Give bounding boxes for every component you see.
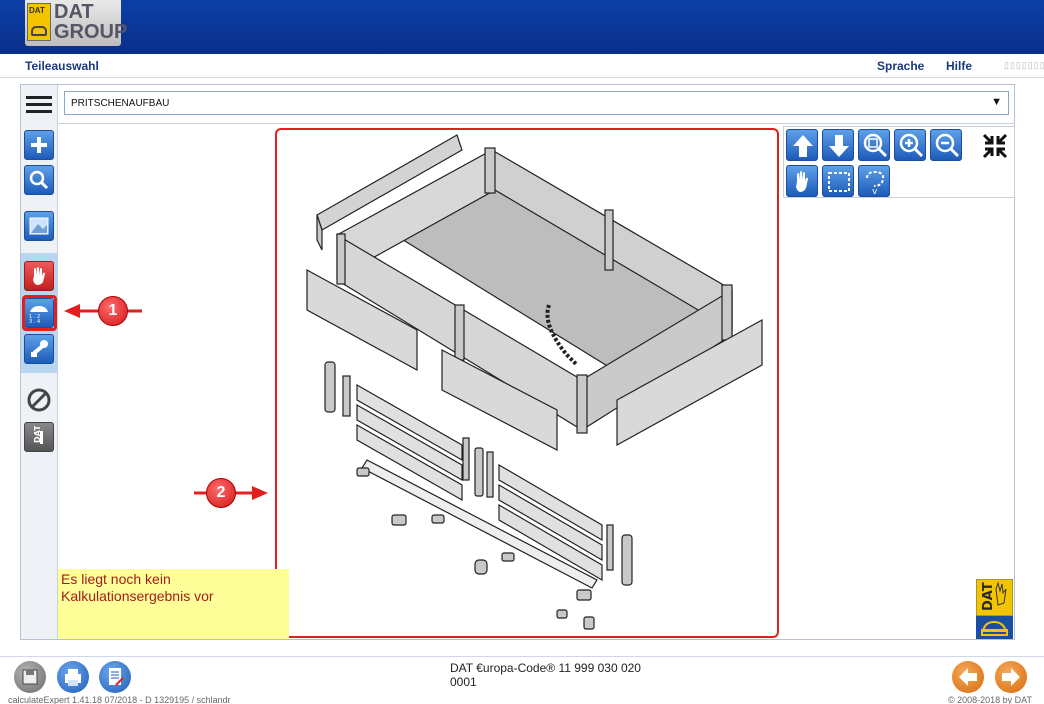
assembly-dropdown[interactable]: PRITSCHENAUFBAU ▼ — [64, 91, 1009, 115]
logo-text: DAT GROUP — [54, 2, 127, 42]
callout-1: 1 — [98, 296, 128, 326]
svg-text:DAT: DAT — [981, 582, 996, 611]
arrow-down-icon[interactable] — [822, 129, 854, 161]
selected-tool-highlight — [22, 295, 57, 331]
europa-code: DAT €uropa-Code® 11 999 030 020 0001 — [450, 661, 641, 689]
save-icon[interactable] — [14, 661, 46, 693]
back-icon[interactable] — [952, 661, 984, 693]
svg-text:v: v — [872, 187, 878, 197]
logo-badge-text: DAT — [29, 6, 45, 15]
logo-text-bottom: GROUP — [54, 21, 128, 43]
pan-hand-icon[interactable] — [786, 165, 818, 197]
image-icon[interactable] — [24, 211, 54, 241]
report-icon[interactable] — [99, 661, 131, 693]
dat-group-logo[interactable]: DAT DAT GROUP — [25, 0, 127, 46]
europa-code-line-2: 0001 — [450, 675, 477, 689]
forward-icon[interactable] — [995, 661, 1027, 693]
wrench-icon[interactable] — [24, 334, 54, 364]
menu-icon[interactable] — [26, 95, 52, 115]
help-menu[interactable]: Hilfe — [946, 59, 972, 73]
version-status: calculateExpert 1.41.18 07/2018 - D 1329… — [8, 695, 231, 704]
menu-dots: ▯▯▯▯▯▯▯▯ — [1004, 60, 1044, 70]
zoom-fit-icon[interactable] — [858, 129, 890, 161]
note-line-1: Es liegt noch kein — [61, 571, 171, 587]
dropdown-value: PRITSCHENAUFBAU — [71, 98, 170, 109]
arrow-up-icon[interactable] — [786, 129, 818, 161]
dat-tool-icon[interactable]: DAT — [24, 422, 54, 452]
zoom-out-icon[interactable] — [930, 129, 962, 161]
car-icon — [31, 26, 47, 36]
rect-select-icon[interactable] — [822, 165, 854, 197]
drawing-toolbar: v — [783, 126, 1015, 198]
menu-bar: Teileauswahl Sprache Hilfe ▯▯▯▯▯▯▯▯ — [0, 54, 1044, 78]
language-menu[interactable]: Sprache — [877, 59, 924, 73]
calculation-status-note: Es liegt noch kein Kalkulationsergebnis … — [58, 569, 289, 639]
dat-logo: DAT — [975, 578, 1014, 639]
chevron-down-icon: ▼ — [991, 96, 1002, 108]
note-line-2: Kalkulationsergebnis vor — [61, 588, 214, 604]
app-header: DAT DAT GROUP — [0, 0, 1044, 54]
forbidden-icon[interactable] — [24, 385, 54, 415]
sidebar: 1 . 23 . 4 DAT — [21, 85, 58, 639]
plus-icon[interactable] — [24, 130, 54, 160]
logo-text-top: DAT — [54, 1, 94, 23]
hand-icon[interactable] — [24, 261, 54, 291]
copyright: © 2008-2018 by DAT — [947, 695, 1032, 704]
callout-2: 2 — [206, 478, 236, 508]
main-frame: 1 . 23 . 4 DAT PRITSCHENAUFBAU ▼ v Es li… — [20, 84, 1015, 640]
search-icon[interactable] — [24, 165, 54, 195]
page-title: Teileauswahl — [25, 59, 99, 73]
collapse-icon[interactable] — [980, 131, 1010, 161]
zoom-in-icon[interactable] — [894, 129, 926, 161]
parts-drawing[interactable] — [275, 128, 779, 638]
logo-badge: DAT — [27, 3, 51, 41]
lasso-select-icon[interactable]: v — [858, 165, 890, 197]
print-icon[interactable] — [57, 661, 89, 693]
europa-code-line-1: DAT €uropa-Code® 11 999 030 020 — [450, 661, 641, 675]
footer: DAT €uropa-Code® 11 999 030 020 0001 cal… — [0, 656, 1044, 704]
truck-bed-exploded-drawing — [306, 134, 763, 630]
divider — [58, 123, 1015, 124]
